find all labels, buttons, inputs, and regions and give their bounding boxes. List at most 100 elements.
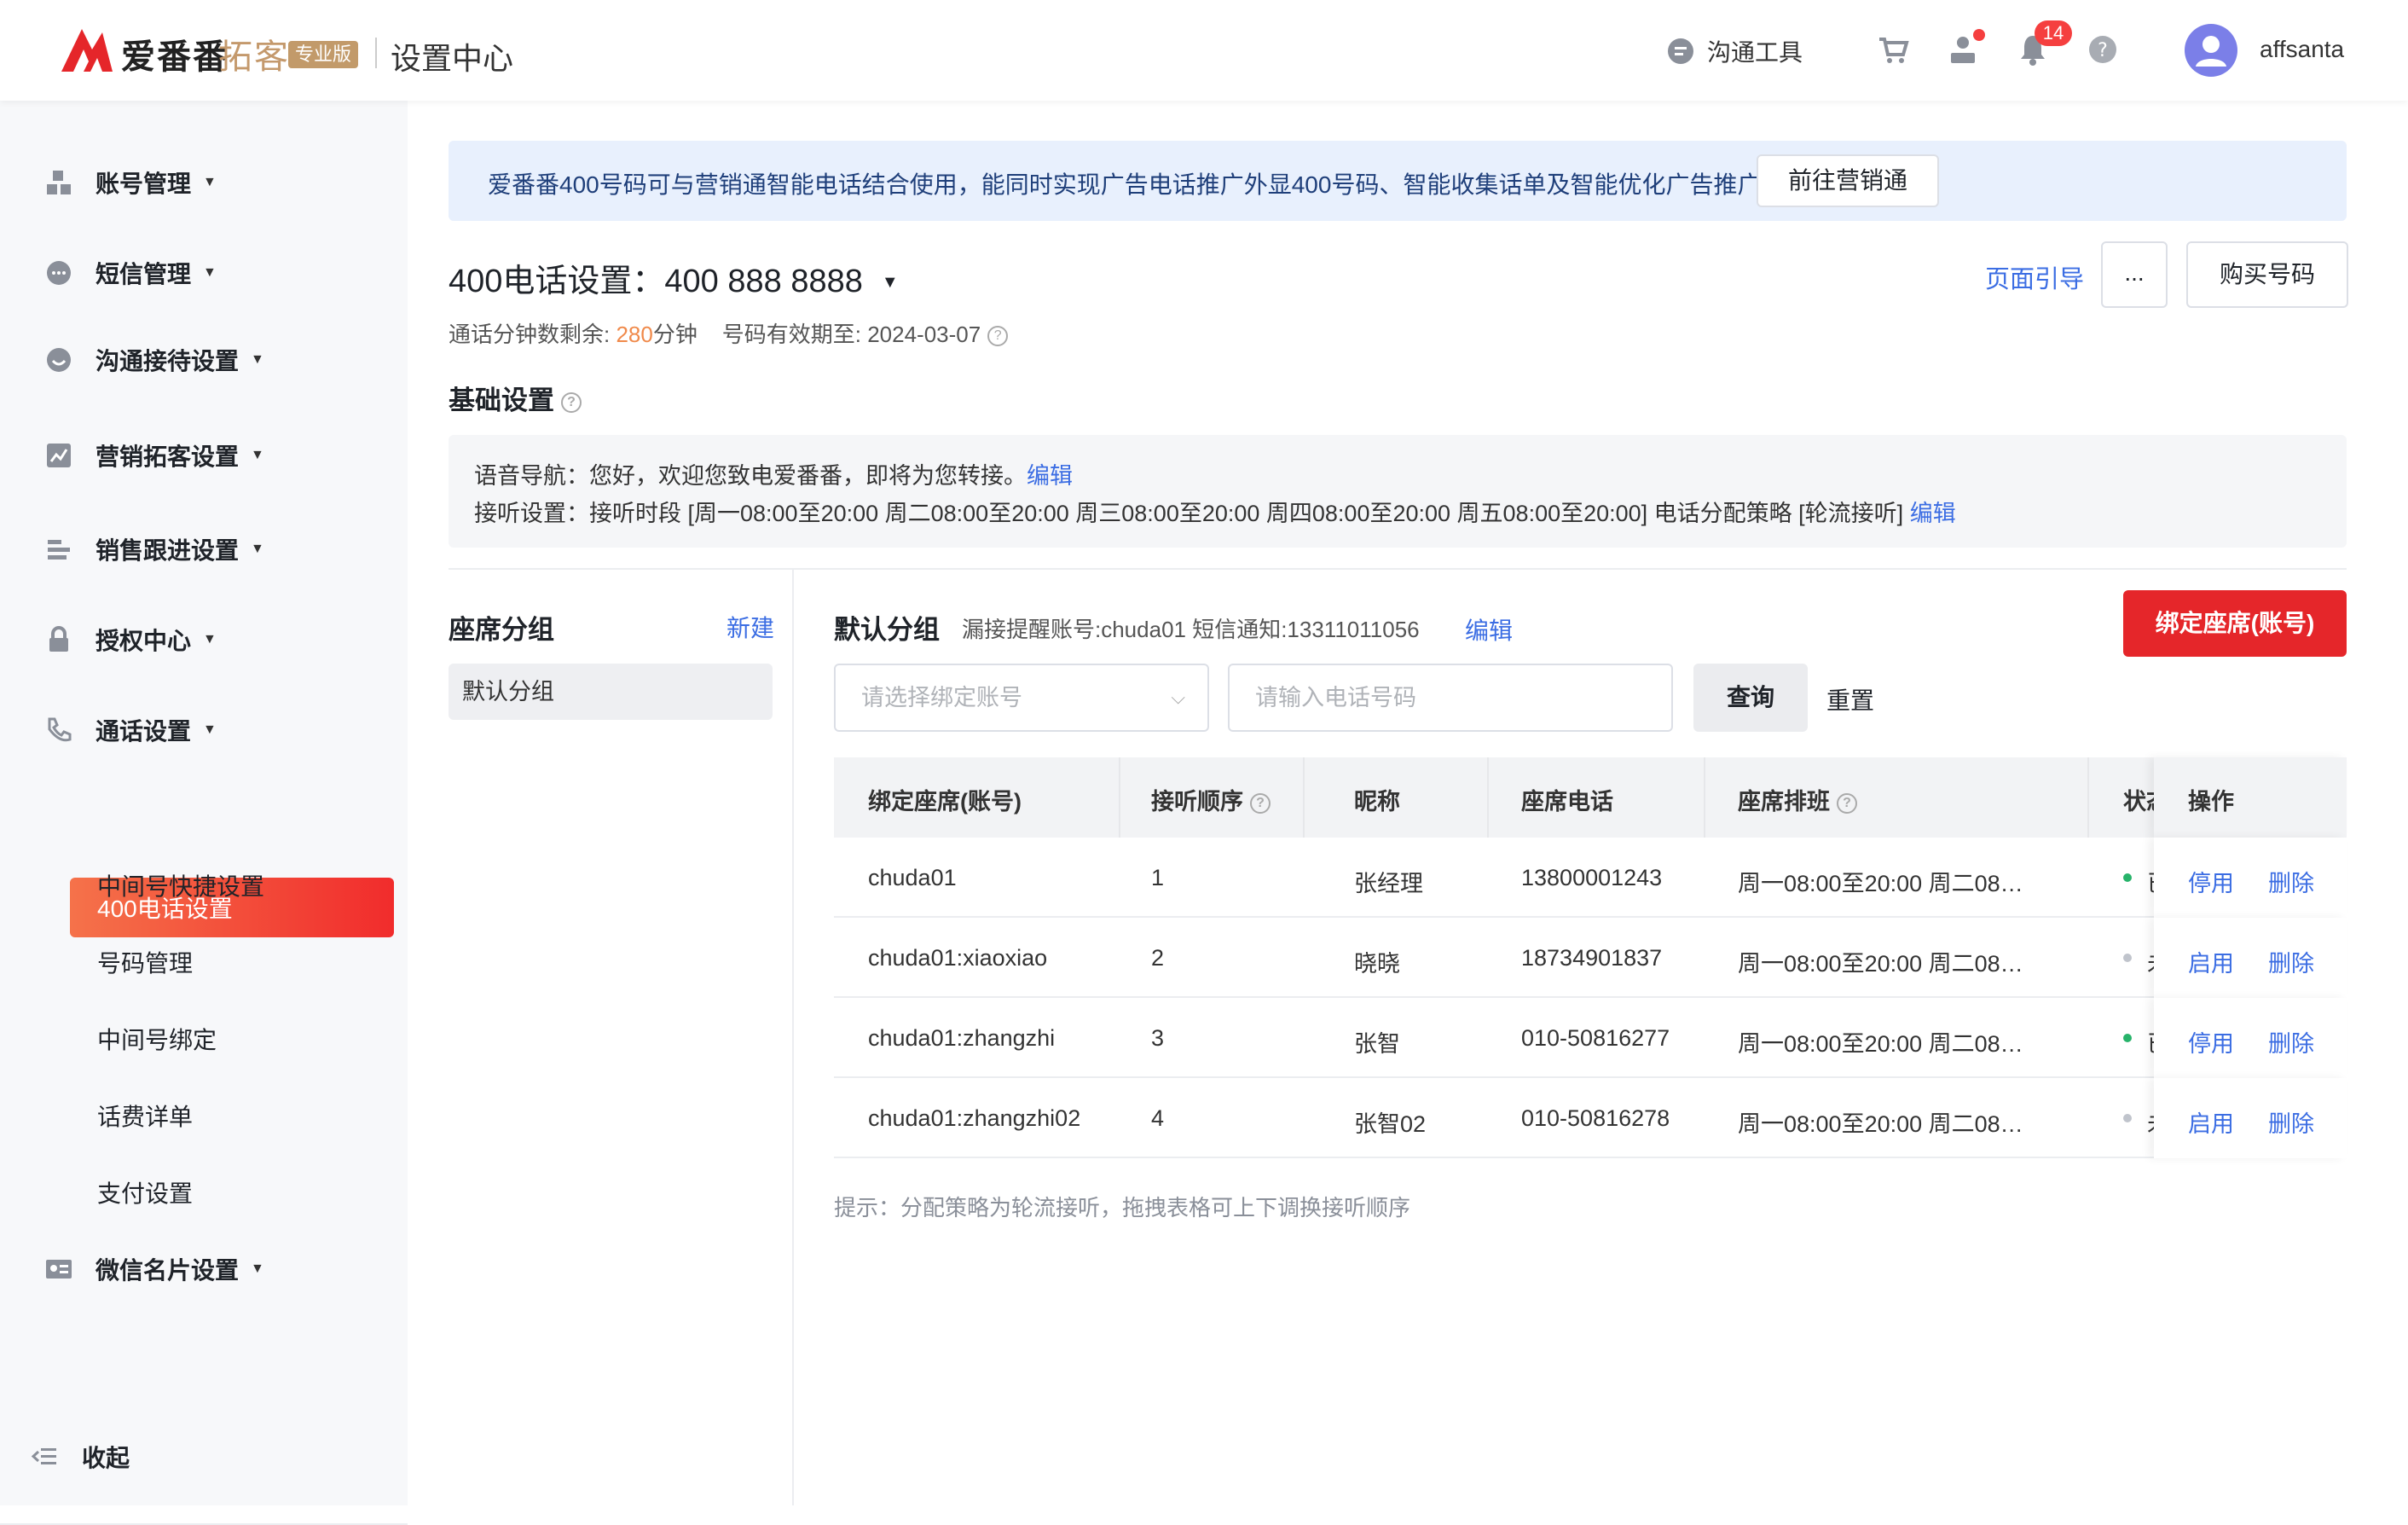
delete-button[interactable]: 删除 (2268, 945, 2314, 978)
edit-answer-link[interactable]: 编辑 (1910, 501, 1956, 526)
avatar[interactable] (2185, 24, 2237, 77)
sms-icon (47, 261, 71, 285)
cell-account: chuda01:zhangzhi02 (868, 1105, 1081, 1131)
comm-tool-label: 沟通工具 (1707, 39, 1803, 66)
col-header-order-text: 接听顺序 (1151, 789, 1243, 815)
caret-down-icon: ▼ (251, 352, 264, 367)
go-marketing-button[interactable]: 前往营销通 (1757, 154, 1939, 207)
sidebar-item-label: 账号管理 (96, 171, 192, 197)
minutes-unit: 分钟 (652, 322, 698, 347)
query-button[interactable]: 查询 (1693, 664, 1808, 732)
phone-search-input[interactable]: 请输入电话号码 (1228, 664, 1673, 732)
collapse-button[interactable]: 收起 (31, 1440, 130, 1474)
sidebar-sub-middle-number-quick[interactable]: 中间号快捷设置 (97, 868, 264, 902)
table-row[interactable]: chuda01:xiaoxiao 2 晓晓 18734901837 周一08:0… (834, 918, 2347, 998)
sidebar-sub-middle-number-binding[interactable]: 中间号绑定 (97, 1022, 217, 1056)
comm-tool-button[interactable]: 沟通工具 (1666, 34, 1803, 68)
list-icon (48, 540, 70, 560)
sidebar-item-label: 通话设置 (96, 718, 192, 745)
cell-account: chuda01 (868, 865, 957, 890)
op-column: 启用 删除 (2154, 918, 2347, 998)
sidebar-item-auth[interactable]: 授权中心 ▼ (44, 623, 217, 657)
sidebar-item-account[interactable]: 账号管理 ▼ (44, 165, 217, 200)
section-divider (449, 568, 2347, 570)
username[interactable]: affsanta (2260, 36, 2344, 63)
sidebar-item-wechat-card[interactable]: 微信名片设置 ▼ (44, 1252, 264, 1286)
buy-number-button[interactable]: 购买号码 (2186, 241, 2348, 308)
minutes-value: 280 (616, 322, 653, 347)
question-icon[interactable]: ? (1837, 792, 1857, 814)
cell-order: 1 (1151, 865, 1165, 890)
table-row[interactable]: chuda01:zhangzhi02 4 张智02 010-50816278 周… (834, 1078, 2347, 1158)
default-group-title: 默认分组 (834, 615, 940, 645)
cell-status: 未 (2147, 945, 2154, 978)
new-group-link[interactable]: 新建 (726, 610, 774, 644)
delete-button[interactable]: 删除 (2268, 1105, 2314, 1139)
more-button[interactable]: ... (2101, 241, 2168, 308)
caret-down-icon: ▼ (203, 722, 217, 737)
toggle-button[interactable]: 停用 (2188, 1025, 2234, 1058)
cell-schedule: 周一08:00至20:00 周二08… (1738, 871, 2023, 896)
sidebar-item-reception[interactable]: 沟通接待设置 ▼ (44, 343, 264, 377)
table-row[interactable]: chuda01 1 张经理 13800001243 周一08:00至20:00 … (834, 838, 2347, 918)
toggle-button[interactable]: 启用 (2188, 945, 2234, 978)
cell-account: chuda01:xiaoxiao (868, 945, 1048, 971)
sidebar-sub-billing-details[interactable]: 话费详单 (97, 1099, 193, 1133)
cell-status: 已 (2147, 1025, 2154, 1058)
cell-phone: 18734901837 (1521, 945, 1663, 971)
brand-name: 爱番番 (121, 38, 229, 76)
cell-nickname: 张智 (1354, 1031, 1400, 1057)
default-group-meta: 漏接提醒账号:chuda01 短信通知:13311011056 (962, 617, 1420, 642)
toggle-button[interactable]: 启用 (2188, 1105, 2234, 1139)
question-icon[interactable]: ? (1250, 792, 1271, 814)
sidebar-item-sms[interactable]: 短信管理 ▼ (44, 256, 217, 290)
status-dot (2123, 954, 2132, 962)
question-icon[interactable]: ? (987, 326, 1009, 347)
table-row[interactable]: chuda01:zhangzhi 3 张智 010-50816277 周一08:… (834, 998, 2347, 1078)
account-select[interactable]: 请选择绑定账号 ⌵ (834, 664, 1209, 732)
seat-group-title: 座席分组 (449, 615, 554, 645)
caret-down-icon: ▼ (203, 632, 217, 647)
promo-banner: 爱番番400号码可与营销通智能电话结合使用，能同时实现广告电话推广外显400号码… (449, 141, 2347, 221)
status-dot (2123, 1114, 2132, 1122)
delete-button[interactable]: 删除 (2268, 865, 2314, 898)
cart-icon[interactable] (1874, 31, 1912, 68)
bind-seat-button[interactable]: 绑定座席(账号) (2123, 590, 2347, 657)
op-column: 停用 删除 (2154, 998, 2347, 1078)
page-title: 设置中心 (391, 41, 514, 76)
cell-account: chuda01:zhangzhi (868, 1025, 1056, 1051)
sidebar-item-marketing[interactable]: 营销拓客设置 ▼ (44, 438, 264, 473)
panel-divider (792, 570, 794, 1505)
question-icon[interactable]: ? (561, 391, 582, 413)
page-guide-link[interactable]: 页面引导 (1985, 259, 2084, 295)
reset-button[interactable]: 重置 (1826, 682, 1874, 716)
sidebar-sub-number-management[interactable]: 号码管理 (97, 945, 193, 979)
column-separator (1487, 757, 1489, 838)
phone-icon (48, 717, 72, 742)
cell-schedule: 周一08:00至20:00 周二08… (1738, 1031, 2023, 1057)
status-dot (2123, 873, 2132, 882)
voice-navigation-text: 语音导航：您好，欢迎您致电爱番番，即将为您转接。 (474, 463, 1027, 489)
svg-text:?: ? (2098, 40, 2108, 61)
cell-status: 已 (2147, 865, 2154, 898)
phone-number-selector[interactable]: 400电话设置：400 888 8888 ▼ (449, 254, 899, 301)
chart-icon (47, 444, 71, 467)
col-header-status: 状态 (2123, 789, 2154, 815)
cell-order: 4 (1151, 1105, 1165, 1131)
sidebar-sub-payment-settings[interactable]: 支付设置 (97, 1175, 193, 1209)
brand-separator (375, 38, 377, 68)
cell-nickname: 晓晓 (1354, 951, 1400, 977)
sidebar-item-call-settings[interactable]: 通话设置 ▼ (44, 713, 217, 747)
edit-group-link[interactable]: 编辑 (1465, 612, 1513, 647)
column-separator (2087, 757, 2089, 838)
toggle-button[interactable]: 停用 (2188, 865, 2234, 898)
group-item-default[interactable]: 默认分组 (449, 664, 773, 720)
cell-nickname: 张智02 (1354, 1111, 1427, 1137)
caret-down-icon: ▼ (203, 265, 217, 280)
edit-voice-link[interactable]: 编辑 (1027, 463, 1073, 489)
col-header-nickname: 昵称 (1354, 789, 1400, 815)
sidebar-item-sales[interactable]: 销售跟进设置 ▼ (44, 532, 264, 566)
delete-button[interactable]: 删除 (2268, 1025, 2314, 1058)
top-bar: 爱番番 拓客 专业版 设置中心 沟通工具 14 ? affsanta (0, 0, 2408, 101)
help-icon[interactable]: ? (2084, 31, 2121, 68)
